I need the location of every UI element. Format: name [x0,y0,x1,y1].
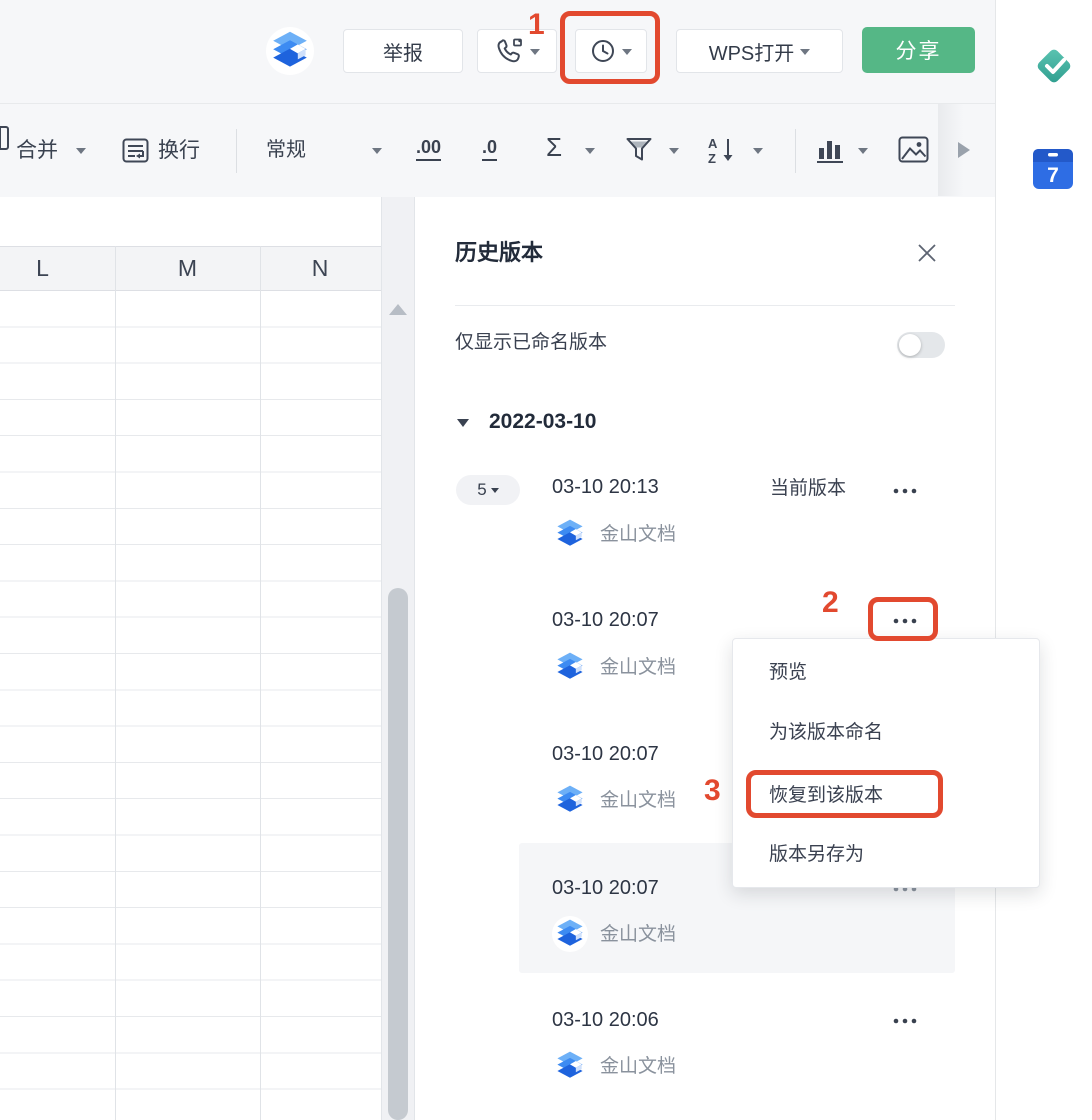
toolbar-divider [795,129,796,173]
more-actions-icon[interactable] [892,612,918,630]
version-context-menu: 预览 为该版本命名 恢复到该版本 版本另存为 [732,638,1040,888]
wrap-button[interactable]: 换行 [158,104,200,197]
history-button[interactable] [575,29,647,73]
image-icon[interactable] [898,136,929,168]
kdocs-provider-icon [552,782,588,818]
menu-item-name-version[interactable]: 为该版本命名 [733,713,1039,753]
spreadsheet-grid[interactable]: L M N [0,197,382,1120]
grid-cells[interactable] [0,291,381,1120]
merge-dropdown-icon[interactable] [76,148,86,159]
call-icon [494,37,524,65]
chevron-down-icon [622,49,632,60]
svg-text:7: 7 [1047,164,1059,187]
call-button[interactable] [477,29,557,73]
chart-icon[interactable] [815,136,845,169]
kdocs-logo-icon [266,27,314,75]
decrease-decimal-button[interactable]: .0 [482,137,497,161]
svg-text:Z: Z [708,151,716,165]
version-count-value: 5 [477,480,486,500]
version-count-badge[interactable]: 5 [456,475,520,505]
menu-item-save-version-as[interactable]: 版本另存为 [733,835,1039,875]
number-format-select[interactable]: 常规 [266,104,306,197]
kdocs-provider-icon [552,1048,588,1084]
calendar-7-icon[interactable]: 7 [1033,149,1073,189]
date-group-collapse-icon[interactable] [457,419,469,427]
wps-open-label: WPS打开 [709,37,795,66]
right-dock: 7 [995,0,1092,1120]
wps-open-button[interactable]: WPS打开 [676,29,843,73]
top-bar: 举报 1 WPS打开 分享 [0,0,995,104]
version-time[interactable]: 03-10 20:07 [552,740,659,768]
filter-dropdown-icon[interactable] [669,148,679,159]
sum-dropdown-icon[interactable] [585,148,595,159]
spreadsheet-toolbar: 合并 换行 常规 .00 .0 Σ A Z [0,104,995,198]
current-version-tag: 当前版本 [770,477,846,501]
only-named-toggle[interactable] [897,332,945,358]
merge-button[interactable]: 合并 [16,104,58,197]
menu-item-preview[interactable]: 预览 [733,653,1039,693]
date-group-label[interactable]: 2022-03-10 [489,409,596,435]
provider-label: 金山文档 [600,1054,676,1080]
sort-dropdown-icon[interactable] [753,148,763,159]
scroll-up-icon[interactable] [389,304,407,315]
column-header-N[interactable]: N [260,247,380,290]
chevron-down-icon [491,488,499,497]
version-time[interactable]: 03-10 20:07 [552,606,659,634]
toolbar-expand-icon[interactable] [958,142,970,158]
report-button-label: 举报 [383,37,423,66]
provider-label: 金山文档 [600,655,676,681]
toolbar-divider [236,129,237,173]
wrap-text-icon [122,137,150,170]
sum-button[interactable]: Σ [546,132,562,163]
grid-column-line [260,246,261,1120]
kdocs-provider-icon [552,649,588,685]
kdocs-provider-icon [552,516,588,552]
column-header-L[interactable]: L [0,247,115,290]
column-header-row[interactable]: L M N [0,246,381,291]
column-header-M[interactable]: M [115,247,260,290]
more-actions-icon[interactable] [892,482,918,500]
panel-divider [455,305,955,306]
todo-check-icon[interactable] [1032,44,1076,88]
grid-column-line [115,246,116,1120]
grid-top-strip [0,197,381,246]
sort-az-icon[interactable]: A Z [706,135,738,170]
scrollbar-thumb[interactable] [388,588,408,1120]
provider-label: 金山文档 [600,522,676,548]
chevron-down-icon [800,49,810,60]
filter-icon[interactable] [625,137,653,168]
chart-dropdown-icon[interactable] [858,148,868,159]
menu-item-restore-version[interactable]: 恢复到该版本 [733,776,1039,816]
only-named-versions-label: 仅显示已命名版本 [455,331,607,355]
version-time[interactable]: 03-10 20:07 [552,874,659,902]
close-icon[interactable] [915,241,939,265]
chevron-down-icon [530,49,540,60]
annotation-step-3: 3 [704,776,721,806]
history-clock-icon [590,38,616,64]
increase-decimal-button[interactable]: .00 [416,137,441,161]
more-actions-icon[interactable] [892,1012,918,1030]
toggle-knob [899,334,921,356]
provider-label: 金山文档 [600,922,676,948]
annotation-step-2: 2 [822,588,839,618]
number-format-dropdown-icon[interactable] [372,148,382,159]
vertical-scrollbar[interactable] [382,197,415,1120]
report-button[interactable]: 举报 [343,29,463,73]
merge-cells-icon [0,126,9,155]
share-button[interactable]: 分享 [862,27,975,73]
provider-label: 金山文档 [600,788,676,814]
svg-text:A: A [708,136,718,151]
version-time[interactable]: 03-10 20:06 [552,1006,659,1034]
version-time[interactable]: 03-10 20:13 [552,473,659,501]
panel-title: 历史版本 [455,238,543,268]
kdocs-provider-icon [552,916,588,952]
annotation-step-1: 1 [528,10,545,40]
share-button-label: 分享 [896,35,942,65]
